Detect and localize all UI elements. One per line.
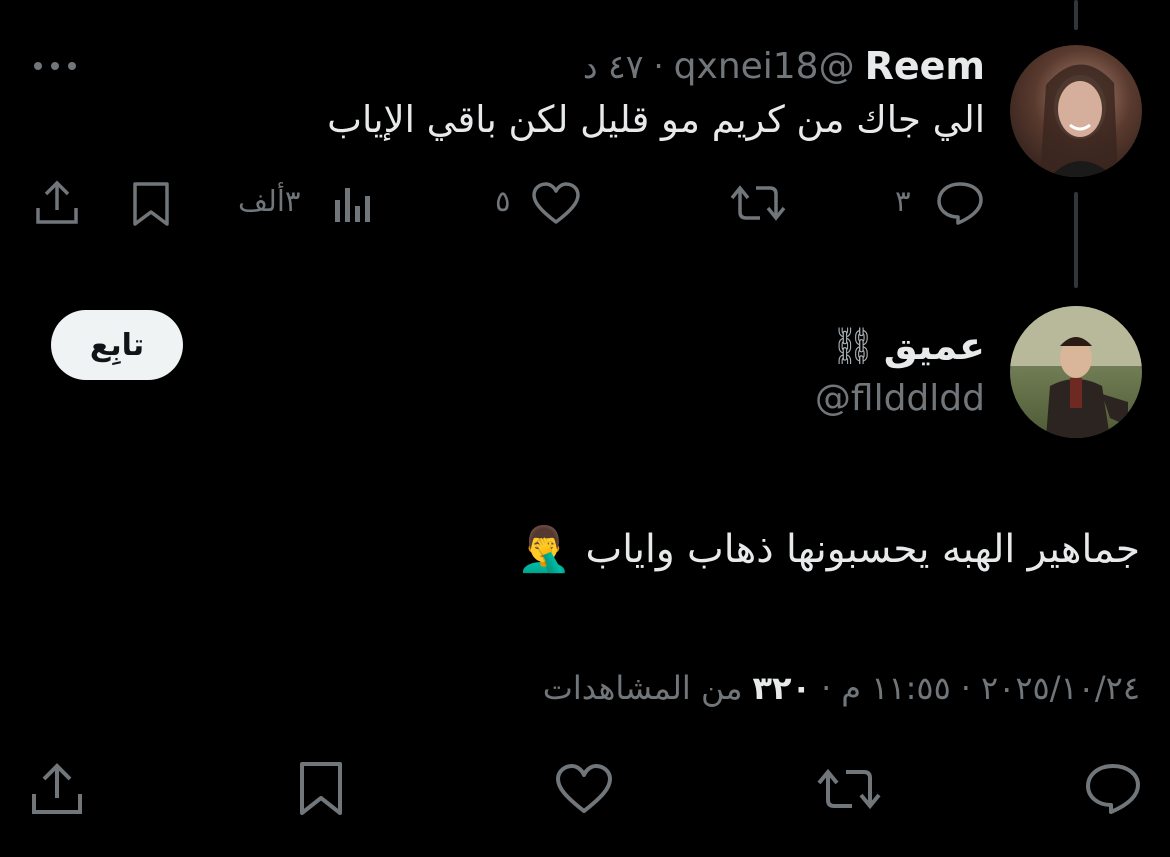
separator-dot: · — [653, 47, 664, 85]
main-tweet-text-row: جماهير الهبه يحسبونها ذهاب واياب 🤦‍♂️ — [517, 514, 1140, 584]
meta-separator: · — [960, 669, 971, 707]
author-handle[interactable]: @qxnei18 — [674, 46, 855, 87]
reply-comment-icon[interactable] — [935, 180, 985, 226]
author-name[interactable]: Reem — [865, 44, 985, 88]
chain-badge-icon: ⛓ — [830, 326, 876, 367]
main-author-row: عميق ⛓ — [830, 318, 985, 374]
views-number[interactable]: ٣٢٠ — [752, 669, 811, 707]
views-icon[interactable] — [332, 182, 374, 226]
views-count: ٣ألف — [238, 184, 301, 218]
reply-count: ٣ — [895, 184, 911, 218]
thread-line-bottom — [1074, 192, 1078, 288]
main-bookmark-icon[interactable] — [296, 760, 346, 818]
amiq-avatar[interactable] — [1010, 306, 1142, 438]
main-retweet-icon[interactable] — [816, 762, 882, 816]
more-options-icon[interactable] — [32, 58, 78, 74]
main-like-icon[interactable] — [554, 764, 614, 816]
like-icon[interactable] — [530, 182, 582, 226]
tweet-date: ٢٠٢٥/١٠/٢٤ — [980, 669, 1140, 707]
views-label[interactable]: من المشاهدات — [543, 669, 743, 707]
main-share-icon[interactable] — [30, 762, 84, 816]
main-author-name[interactable]: عميق — [884, 324, 985, 368]
meta-separator: · — [821, 669, 832, 707]
main-tweet-text: جماهير الهبه يحسبونها ذهاب واياب — [585, 526, 1140, 572]
reply-header: Reem @qxnei18 · ٤٧ د — [583, 40, 985, 92]
like-count: ٥ — [495, 184, 511, 218]
share-icon[interactable] — [34, 180, 80, 226]
facepalm-emoji-icon: 🤦‍♂️ — [516, 524, 572, 575]
thread-line-top — [1074, 0, 1078, 30]
follow-button[interactable]: تابِع — [51, 310, 183, 380]
tweet-meta: ٢٠٢٥/١٠/٢٤ · ١١:٥٥ م · ٣٢٠ من المشاهدات — [543, 664, 1140, 712]
retweet-icon[interactable] — [730, 180, 786, 226]
tweet-time: ١١:٥٥ م — [841, 669, 951, 707]
bookmark-icon[interactable] — [130, 180, 172, 228]
reem-avatar[interactable] — [1010, 45, 1142, 177]
time-ago[interactable]: ٤٧ د — [583, 47, 644, 86]
main-author-handle[interactable]: @fllddldd — [815, 378, 985, 419]
reply-text: الي جاك من كريم مو قليل لكن باقي الإياب — [327, 98, 985, 141]
main-reply-icon[interactable] — [1084, 762, 1142, 816]
